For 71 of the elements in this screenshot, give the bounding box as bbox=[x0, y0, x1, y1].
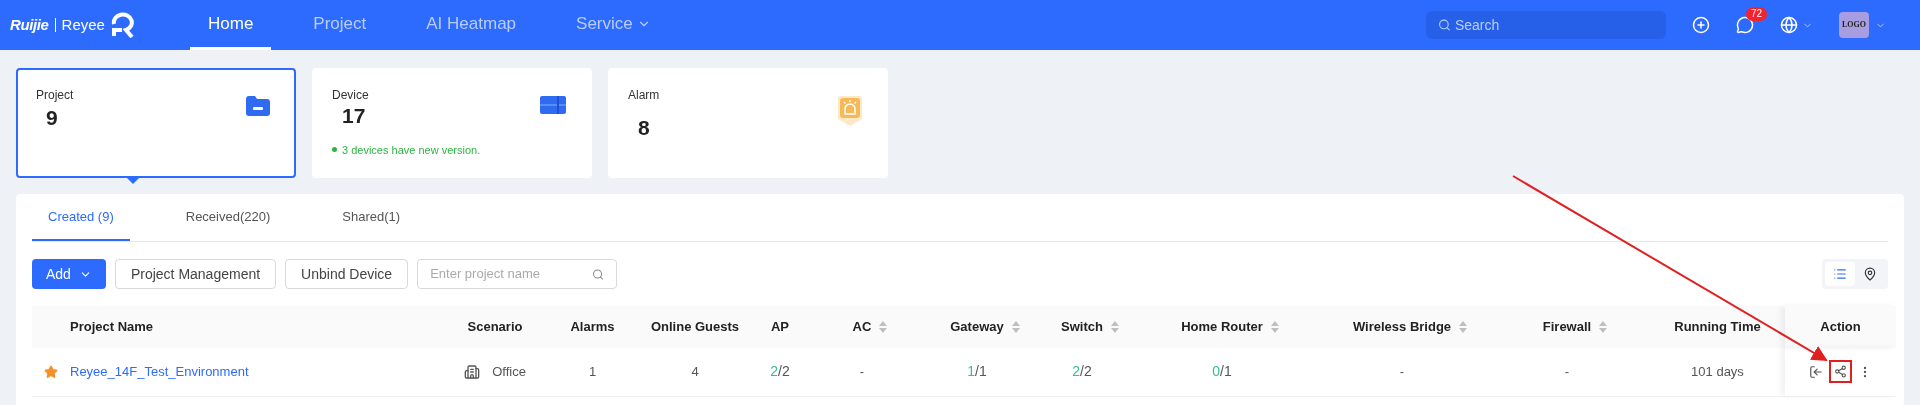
table-cell-text: - bbox=[1564, 364, 1571, 379]
alarm-icon bbox=[838, 96, 862, 126]
column-header[interactable]: Switch bbox=[1061, 317, 1119, 337]
search-icon bbox=[1438, 18, 1451, 32]
nav-tab[interactable]: Home bbox=[190, 0, 272, 50]
notification-badge: 72 bbox=[1746, 7, 1768, 21]
sort-icon[interactable] bbox=[1110, 321, 1119, 333]
table-cell: 4 bbox=[691, 364, 699, 379]
column-header[interactable]: Action bbox=[1820, 317, 1861, 337]
column-header[interactable]: Project Name bbox=[70, 317, 154, 337]
card-label: Project bbox=[36, 87, 74, 104]
column-header[interactable]: Running Time bbox=[1674, 317, 1761, 337]
column-header[interactable]: Home Router bbox=[1181, 317, 1279, 337]
table-cell-text: - bbox=[859, 364, 866, 379]
folder-icon bbox=[246, 96, 270, 116]
enter-icon[interactable] bbox=[1809, 364, 1823, 379]
table-cell-text: - bbox=[1399, 364, 1406, 379]
pointer-icon bbox=[126, 177, 140, 184]
brand-logo-text: Ruijie bbox=[10, 14, 49, 35]
table-cell: 1 bbox=[588, 364, 597, 379]
product-logo-text: Reyee bbox=[61, 14, 105, 35]
column-header[interactable]: Gateway bbox=[950, 317, 1020, 337]
search-icon[interactable] bbox=[592, 267, 605, 281]
column-header[interactable]: Alarms bbox=[570, 317, 615, 337]
building-icon bbox=[464, 363, 481, 380]
column-header[interactable]: Firewall bbox=[1542, 317, 1608, 337]
summary-card[interactable]: Device 17 3 devices have new version. bbox=[312, 68, 592, 178]
globe-icon[interactable] bbox=[1780, 16, 1798, 34]
share-icon[interactable] bbox=[1834, 365, 1847, 379]
star-icon[interactable] bbox=[44, 364, 58, 379]
column-header[interactable]: AC bbox=[852, 317, 888, 337]
toolbar-button[interactable]: Unbind Device bbox=[285, 259, 409, 289]
project-name-input[interactable]: Enter project name bbox=[430, 264, 593, 284]
column-header[interactable]: Online Guests bbox=[650, 317, 740, 337]
column-header[interactable]: Scenario bbox=[467, 317, 523, 337]
add-button[interactable]: Add bbox=[32, 259, 106, 289]
sort-icon[interactable] bbox=[1011, 321, 1020, 333]
search-field[interactable]: Search bbox=[1426, 11, 1666, 39]
toolbar-button[interactable]: Project Management bbox=[114, 259, 277, 289]
sort-icon[interactable] bbox=[879, 321, 888, 333]
tab[interactable]: Received(220) bbox=[169, 194, 287, 241]
project-search-field[interactable]: Enter project name bbox=[417, 259, 618, 289]
card-value: 17 bbox=[342, 103, 366, 129]
card-value: 9 bbox=[46, 105, 58, 131]
device-icon bbox=[540, 96, 566, 114]
add-icon[interactable] bbox=[1692, 16, 1710, 34]
map-pin-icon bbox=[1863, 267, 1877, 281]
summary-card[interactable]: Alarm 8 bbox=[608, 68, 888, 178]
project-link[interactable]: Reyee_14F_Test_Environment bbox=[70, 364, 249, 379]
column-header[interactable]: Wireless Bridge bbox=[1352, 317, 1468, 337]
message-icon[interactable] bbox=[1736, 16, 1754, 34]
sort-icon[interactable] bbox=[1270, 321, 1279, 333]
card-note: 3 devices have new version. bbox=[342, 142, 481, 158]
search-input[interactable]: Search bbox=[1454, 14, 1654, 36]
table-cell: 101 days bbox=[1691, 364, 1744, 379]
list-icon bbox=[1833, 267, 1847, 281]
ratio-text: 2/2 bbox=[1072, 363, 1092, 380]
tab[interactable]: Created (9) bbox=[32, 194, 130, 241]
logo-mark-icon bbox=[110, 12, 135, 38]
ratio-text: 1/1 bbox=[967, 363, 987, 380]
avatar[interactable]: LOGO bbox=[1839, 12, 1869, 38]
table-cell-text: Office bbox=[492, 363, 526, 381]
column-header[interactable]: AP bbox=[770, 317, 790, 337]
card-label: Device bbox=[332, 87, 369, 104]
ratio-text: 2/2 bbox=[770, 363, 790, 380]
card-value: 8 bbox=[638, 115, 650, 141]
sort-icon[interactable] bbox=[1459, 321, 1468, 333]
card-label: Alarm bbox=[628, 87, 660, 104]
ratio-text: 0/1 bbox=[1212, 363, 1232, 380]
sort-icon[interactable] bbox=[1599, 321, 1608, 333]
tab[interactable]: Shared(1) bbox=[326, 194, 417, 241]
